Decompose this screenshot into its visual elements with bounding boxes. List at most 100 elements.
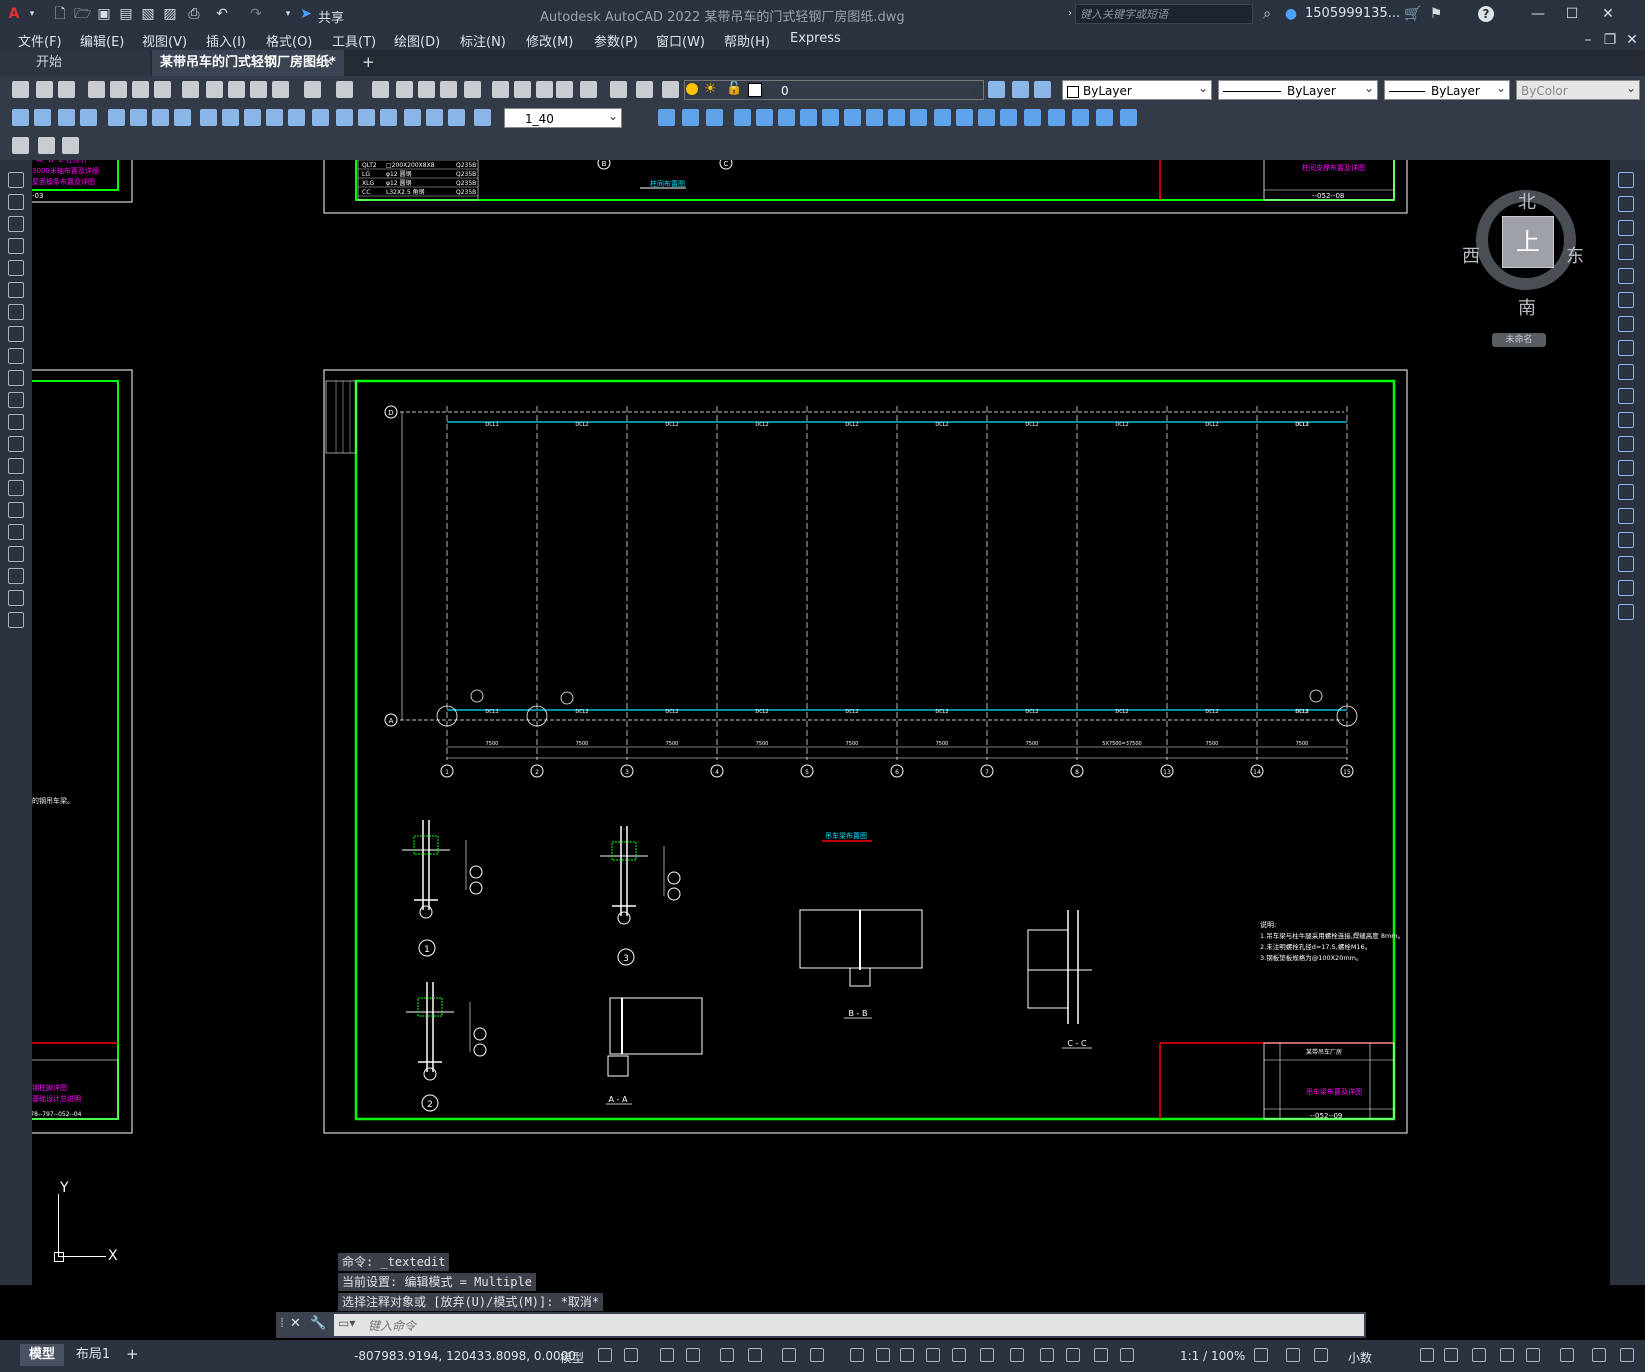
status-toggle-icon[interactable] xyxy=(1120,1348,1134,1362)
modify-tool-icon[interactable] xyxy=(1120,109,1137,126)
draw-tool-icon[interactable] xyxy=(8,260,24,276)
toolbar-tool-icon[interactable] xyxy=(304,81,321,98)
lineweight-dropdown[interactable]: ByLayer xyxy=(1384,80,1510,100)
autocad-logo-icon[interactable]: A xyxy=(6,6,22,22)
status-toggle-icon[interactable] xyxy=(686,1348,700,1362)
status-toggle-icon[interactable] xyxy=(876,1348,890,1362)
make-current-icon[interactable] xyxy=(1012,81,1029,98)
toolbar-tool-icon[interactable] xyxy=(396,81,413,98)
tab-model[interactable]: 模型 xyxy=(20,1344,64,1366)
menu-view[interactable]: 视图(V) xyxy=(142,31,187,50)
dimension-tool-icon[interactable] xyxy=(266,109,283,126)
dimension-tool-icon[interactable] xyxy=(12,109,29,126)
color-dropdown[interactable]: ByLayer xyxy=(1062,80,1212,100)
tab-document[interactable]: 某带吊车的门式轻钢厂房图纸* ✕ xyxy=(152,50,344,76)
dimension-tool-icon[interactable] xyxy=(336,109,353,126)
draw-tool-icon[interactable] xyxy=(8,304,24,320)
modify-tool-icon[interactable] xyxy=(1618,580,1634,596)
modify-tool-icon[interactable] xyxy=(1618,460,1634,476)
tab-close-icon[interactable]: ✕ xyxy=(323,50,334,76)
modify-tool-icon[interactable] xyxy=(1618,292,1634,308)
modify-tool-icon[interactable] xyxy=(756,109,773,126)
toolbar-tool-icon[interactable] xyxy=(636,81,653,98)
menu-draw[interactable]: 绘图(D) xyxy=(394,31,440,50)
status-toggle-icon[interactable] xyxy=(850,1348,864,1362)
modify-tool-icon[interactable] xyxy=(1618,172,1634,188)
save-as-icon[interactable]: ▤ xyxy=(118,6,134,22)
menu-express[interactable]: Express xyxy=(790,31,841,46)
status-toggle-icon[interactable] xyxy=(1286,1348,1300,1362)
modify-tool-icon[interactable] xyxy=(1618,508,1634,524)
viewcube-north[interactable]: 北 xyxy=(1518,188,1536,214)
status-toggle-icon[interactable] xyxy=(1066,1348,1080,1362)
prompt-icon[interactable]: ▭▾ xyxy=(338,1316,355,1330)
search-icon[interactable]: ⌕ xyxy=(1259,6,1275,22)
close-icon[interactable]: ✕ xyxy=(1600,6,1616,22)
modify-tool-icon[interactable] xyxy=(734,109,751,126)
coordinate-readout[interactable]: -807983.9194, 120433.8098, 0.0000 xyxy=(354,1349,576,1363)
dimension-tool-icon[interactable] xyxy=(288,109,305,126)
open-web-icon[interactable]: ▧ xyxy=(140,6,156,22)
toolbar-tool-icon[interactable] xyxy=(110,81,127,98)
modify-tool-icon[interactable] xyxy=(910,109,927,126)
dimension-tool-icon[interactable] xyxy=(448,109,465,126)
status-toggle-icon[interactable] xyxy=(782,1348,796,1362)
wrench-icon[interactable]: 🔧 xyxy=(310,1316,326,1331)
modify-tool-icon[interactable] xyxy=(1618,484,1634,500)
modify-tool-icon[interactable] xyxy=(1024,109,1041,126)
toolbar-tool-icon[interactable] xyxy=(536,81,553,98)
viewcube-west[interactable]: 西 xyxy=(1462,242,1480,268)
modify-tool-icon[interactable] xyxy=(888,109,905,126)
modify-tool-icon[interactable] xyxy=(1618,532,1634,548)
menu-help[interactable]: 帮助(H) xyxy=(724,31,770,50)
toolbar-tool-icon[interactable] xyxy=(580,81,597,98)
model-space-toggle[interactable]: 模型 xyxy=(560,1349,584,1366)
save-icon[interactable]: ▣ xyxy=(96,6,112,22)
draw-tool-icon[interactable] xyxy=(8,458,24,474)
modify-tool-icon[interactable] xyxy=(1618,556,1634,572)
drawing-canvas[interactable]: 柱间支撑布置及详图--052--08QLT1□200X200X8X8Q235BQ… xyxy=(32,160,1610,1285)
status-toggle-icon[interactable] xyxy=(1526,1348,1540,1362)
viewcube-top-face[interactable]: 上 xyxy=(1502,216,1554,268)
modify-tool-icon[interactable] xyxy=(1618,388,1634,404)
draw-tool-icon[interactable] xyxy=(8,238,24,254)
modify-tool-icon[interactable] xyxy=(682,109,699,126)
autodesk-icon[interactable]: ⚑ xyxy=(1428,6,1444,22)
toolbar-tool-icon[interactable] xyxy=(492,81,509,98)
toolbar-tool-icon[interactable] xyxy=(132,81,149,98)
modify-tool-icon[interactable] xyxy=(866,109,883,126)
units-display[interactable]: 小数 xyxy=(1348,1349,1372,1366)
toolbar-tool-icon[interactable] xyxy=(182,81,199,98)
dimension-tool-icon[interactable] xyxy=(200,109,217,126)
modify-tool-icon[interactable] xyxy=(1096,109,1113,126)
draw-tool-icon[interactable] xyxy=(8,194,24,210)
dimstyle-dropdown[interactable]: 1_40 xyxy=(504,108,622,128)
status-toggle-icon[interactable] xyxy=(1010,1348,1024,1362)
status-toggle-icon[interactable] xyxy=(1314,1348,1328,1362)
dimension-tool-icon[interactable] xyxy=(244,109,261,126)
modify-tool-icon[interactable] xyxy=(978,109,995,126)
modify-tool-icon[interactable] xyxy=(1618,244,1634,260)
grip-icon[interactable]: ⁞ xyxy=(280,1316,284,1331)
add-layout-icon[interactable]: + xyxy=(126,1345,139,1363)
viewcube-east[interactable]: 东 xyxy=(1566,242,1584,268)
new-tab-icon[interactable]: + xyxy=(362,53,375,71)
draw-tool-icon[interactable] xyxy=(8,524,24,540)
draw-tool-icon[interactable] xyxy=(8,612,24,628)
modify-tool-icon[interactable] xyxy=(1618,268,1634,284)
status-toggle-icon[interactable] xyxy=(1420,1348,1434,1362)
status-toggle-icon[interactable] xyxy=(810,1348,824,1362)
modify-tool-icon[interactable] xyxy=(1618,412,1634,428)
toolbar-tool-icon[interactable] xyxy=(418,81,435,98)
draw-tool-icon[interactable] xyxy=(8,546,24,562)
status-toggle-icon[interactable] xyxy=(900,1348,914,1362)
modify-tool-icon[interactable] xyxy=(1618,316,1634,332)
modify-tool-icon[interactable] xyxy=(934,109,951,126)
doc-close-icon[interactable]: ✕ xyxy=(1624,32,1640,48)
toolbar-tool-icon[interactable] xyxy=(272,81,289,98)
dimension-tool-icon[interactable] xyxy=(474,109,491,126)
modify-tool-icon[interactable] xyxy=(1618,436,1634,452)
modify-tool-icon[interactable] xyxy=(706,109,723,126)
modify-tool-icon[interactable] xyxy=(778,109,795,126)
toolbar-tool-icon[interactable] xyxy=(662,81,679,98)
